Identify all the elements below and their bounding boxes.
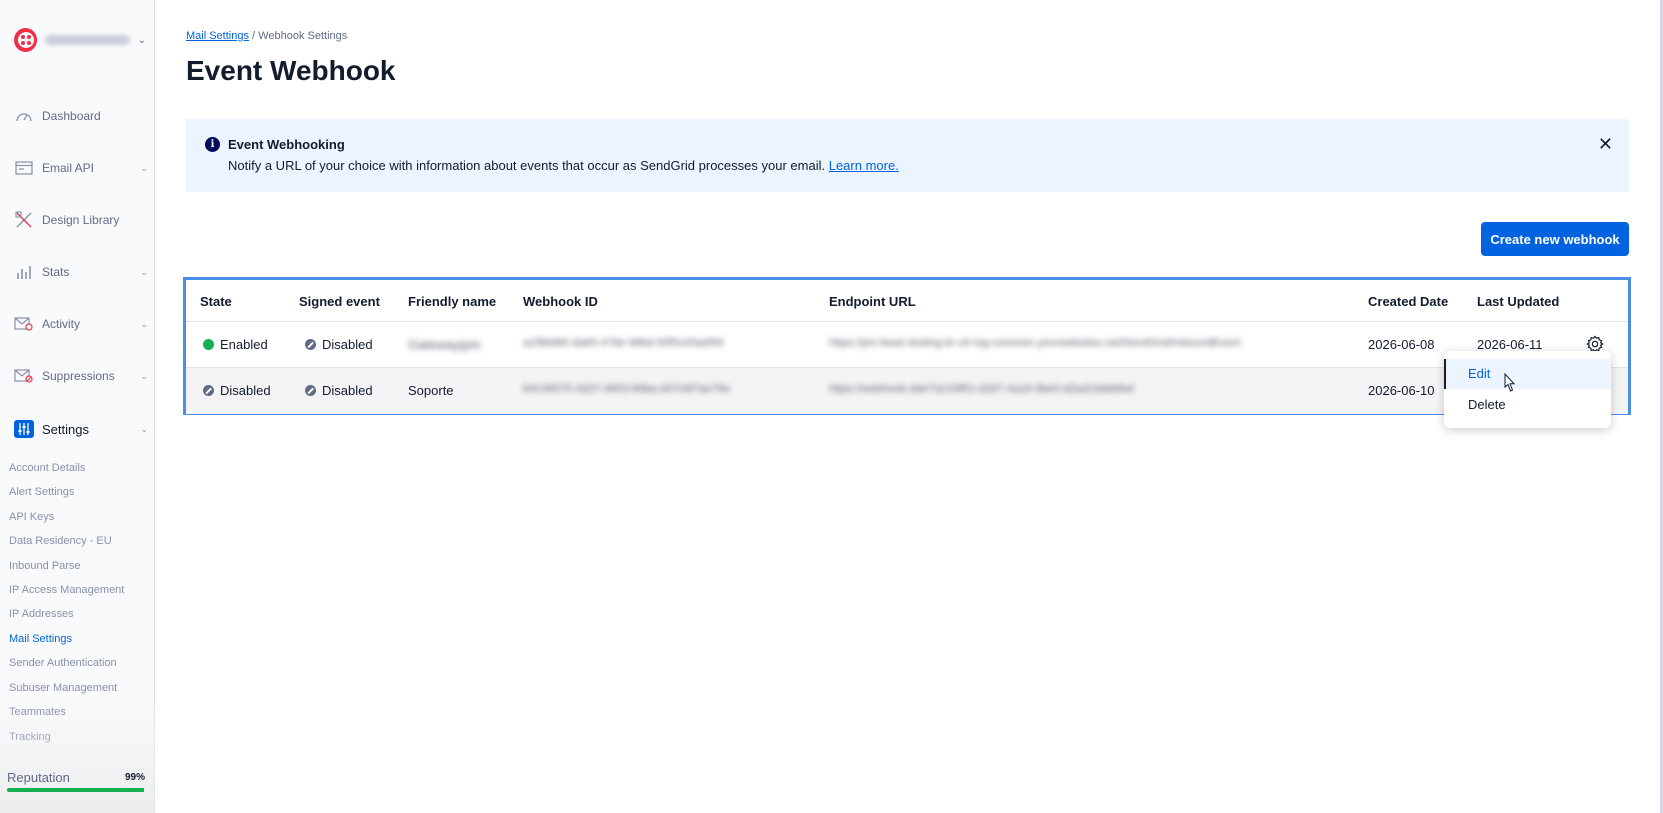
reputation-meter: Reputation 99% xyxy=(7,770,145,792)
info-icon: i xyxy=(205,137,220,152)
design-tools-icon xyxy=(14,211,34,229)
settings-item-alert-settings[interactable]: Alert Settings xyxy=(9,486,74,498)
breadcrumb: Mail Settings / Webhook Settings xyxy=(186,30,347,42)
webhooks-table: State Signed event Friendly name Webhook… xyxy=(183,277,1631,415)
breadcrumb-mail-settings-link[interactable]: Mail Settings xyxy=(186,30,249,42)
chevron-down-icon: ⌄ xyxy=(140,162,148,173)
col-friendly-name: Friendly name xyxy=(408,294,497,309)
settings-item-teammates[interactable]: Teammates xyxy=(9,706,66,718)
chevron-down-icon: ⌄ xyxy=(137,34,146,46)
enabled-status-icon xyxy=(203,339,214,350)
settings-item-subuser-management[interactable]: Subuser Management xyxy=(9,682,117,694)
table-header: State Signed event Friendly name Webhook… xyxy=(186,280,1628,322)
signed-cell: Disabled xyxy=(305,337,373,352)
settings-item-tracking[interactable]: Tracking xyxy=(9,731,51,743)
nav-label: Activity xyxy=(42,317,81,331)
account-switcher[interactable]: ⌄ xyxy=(14,28,146,52)
friendly-name-cell: Gateway|pm xyxy=(408,337,481,352)
last-updated-cell: 2026-06-11 xyxy=(1477,337,1543,352)
reputation-bar xyxy=(7,788,145,792)
friendly-name-cell: Soporte xyxy=(408,383,454,398)
nav-dashboard[interactable]: Dashboard xyxy=(14,105,148,127)
envelope-api-icon xyxy=(14,159,34,177)
signed-cell: Disabled xyxy=(305,383,373,398)
disabled-status-icon xyxy=(305,339,316,350)
banner-body: Notify a URL of your choice with informa… xyxy=(228,158,899,173)
disabled-status-icon xyxy=(203,385,214,396)
settings-item-api-keys[interactable]: API Keys xyxy=(9,511,54,523)
chevron-down-icon: ⌄ xyxy=(140,370,148,381)
edit-menu-item[interactable]: Edit xyxy=(1444,359,1611,389)
nav-stats[interactable]: Stats ⌄ xyxy=(14,261,148,283)
state-cell: Disabled xyxy=(203,383,271,398)
row-actions-menu: Edit Delete xyxy=(1444,351,1611,428)
col-state: State xyxy=(200,294,232,309)
col-last-updated: Last Updated xyxy=(1477,294,1560,309)
banner-text: Notify a URL of your choice with informa… xyxy=(228,158,826,173)
created-date-cell: 2026-06-10 xyxy=(1368,383,1435,398)
chevron-down-icon: ⌄ xyxy=(140,318,148,329)
settings-item-ip-addresses[interactable]: IP Addresses xyxy=(9,608,74,620)
sliders-icon xyxy=(14,420,34,438)
page-title: Event Webhook xyxy=(186,55,396,86)
breadcrumb-current: Webhook Settings xyxy=(258,30,348,42)
nav-email-api[interactable]: Email API ⌄ xyxy=(14,157,148,179)
disabled-status-icon xyxy=(305,385,316,396)
create-webhook-button[interactable]: Create new webhook xyxy=(1481,222,1629,256)
table-row: Disabled Disabled Soporte b4139575-3d37-… xyxy=(186,368,1628,414)
col-webhook-id: Webhook ID xyxy=(523,294,598,309)
learn-more-link[interactable]: Learn more. xyxy=(829,158,899,173)
nav-label: Dashboard xyxy=(42,109,101,123)
state-cell: Enabled xyxy=(203,337,268,352)
nav-settings[interactable]: Settings ⌄ xyxy=(14,418,148,440)
account-name xyxy=(45,35,130,45)
nav-activity[interactable]: Activity ⌄ xyxy=(14,313,148,335)
settings-item-data-residency[interactable]: Data Residency - EU xyxy=(9,535,112,547)
created-date-cell: 2026-06-08 xyxy=(1368,337,1435,352)
endpoint-url-cell: https://pm-bean-testing-br-cli-reg-commo… xyxy=(829,337,1241,349)
banner-title: Event Webhooking xyxy=(228,137,345,152)
table-row: Enabled Disabled Gateway|pm a1f9b680-da6… xyxy=(186,322,1628,368)
nav-label: Email API xyxy=(42,161,95,175)
gauge-icon xyxy=(14,107,34,125)
sidebar: ⌄ Dashboard Email API ⌄ Design Library S… xyxy=(0,0,155,813)
sidebar-bottom-fade xyxy=(0,703,154,813)
signed-label: Disabled xyxy=(322,383,373,398)
state-label: Disabled xyxy=(220,383,271,398)
reputation-value: 99% xyxy=(124,772,145,783)
webhook-id-cell: b4139575-3d37-4853-89ba-d37cbf7ae79e xyxy=(523,383,730,395)
signed-label: Disabled xyxy=(322,337,373,352)
col-created-date: Created Date xyxy=(1368,294,1449,309)
state-label: Enabled xyxy=(220,337,268,352)
twilio-logo-icon xyxy=(14,28,38,52)
nav-design-library[interactable]: Design Library xyxy=(14,209,148,231)
envelope-block-icon xyxy=(14,367,34,385)
settings-item-account-details[interactable]: Account Details xyxy=(9,462,85,474)
breadcrumb-separator: / xyxy=(252,30,256,42)
nav-suppressions[interactable]: Suppressions ⌄ xyxy=(14,365,148,387)
bar-chart-icon xyxy=(14,263,34,281)
close-icon[interactable]: ✕ xyxy=(1598,135,1613,153)
settings-item-sender-authentication[interactable]: Sender Authentication xyxy=(9,657,117,669)
nav-label: Stats xyxy=(42,265,70,279)
envelope-search-icon xyxy=(14,315,34,333)
settings-item-ip-access-management[interactable]: IP Access Management xyxy=(9,584,124,596)
mouse-pointer-icon xyxy=(1504,373,1516,392)
nav-label: Suppressions xyxy=(42,369,115,383)
app-root: ⌄ Dashboard Email API ⌄ Design Library S… xyxy=(0,0,1663,813)
endpoint-url-cell: https://webhook.site/7a133f51-d337-4a18-… xyxy=(829,383,1134,395)
col-endpoint-url: Endpoint URL xyxy=(829,294,916,309)
chevron-down-icon: ⌄ xyxy=(140,423,148,434)
info-banner: i Event Webhooking Notify a URL of your … xyxy=(186,119,1629,192)
delete-menu-item[interactable]: Delete xyxy=(1444,390,1611,420)
chevron-down-icon: ⌄ xyxy=(140,266,148,277)
settings-item-mail-settings[interactable]: Mail Settings xyxy=(9,633,72,645)
webhook-id-cell: a1f9b680-da65-478e-98bd-93f5c05ad5f4 xyxy=(523,337,724,349)
col-signed-event: Signed event xyxy=(299,294,380,309)
nav-label: Design Library xyxy=(42,213,120,227)
nav-label: Settings xyxy=(42,421,89,437)
settings-item-inbound-parse[interactable]: Inbound Parse xyxy=(9,560,81,572)
reputation-bar-fill xyxy=(7,788,144,792)
